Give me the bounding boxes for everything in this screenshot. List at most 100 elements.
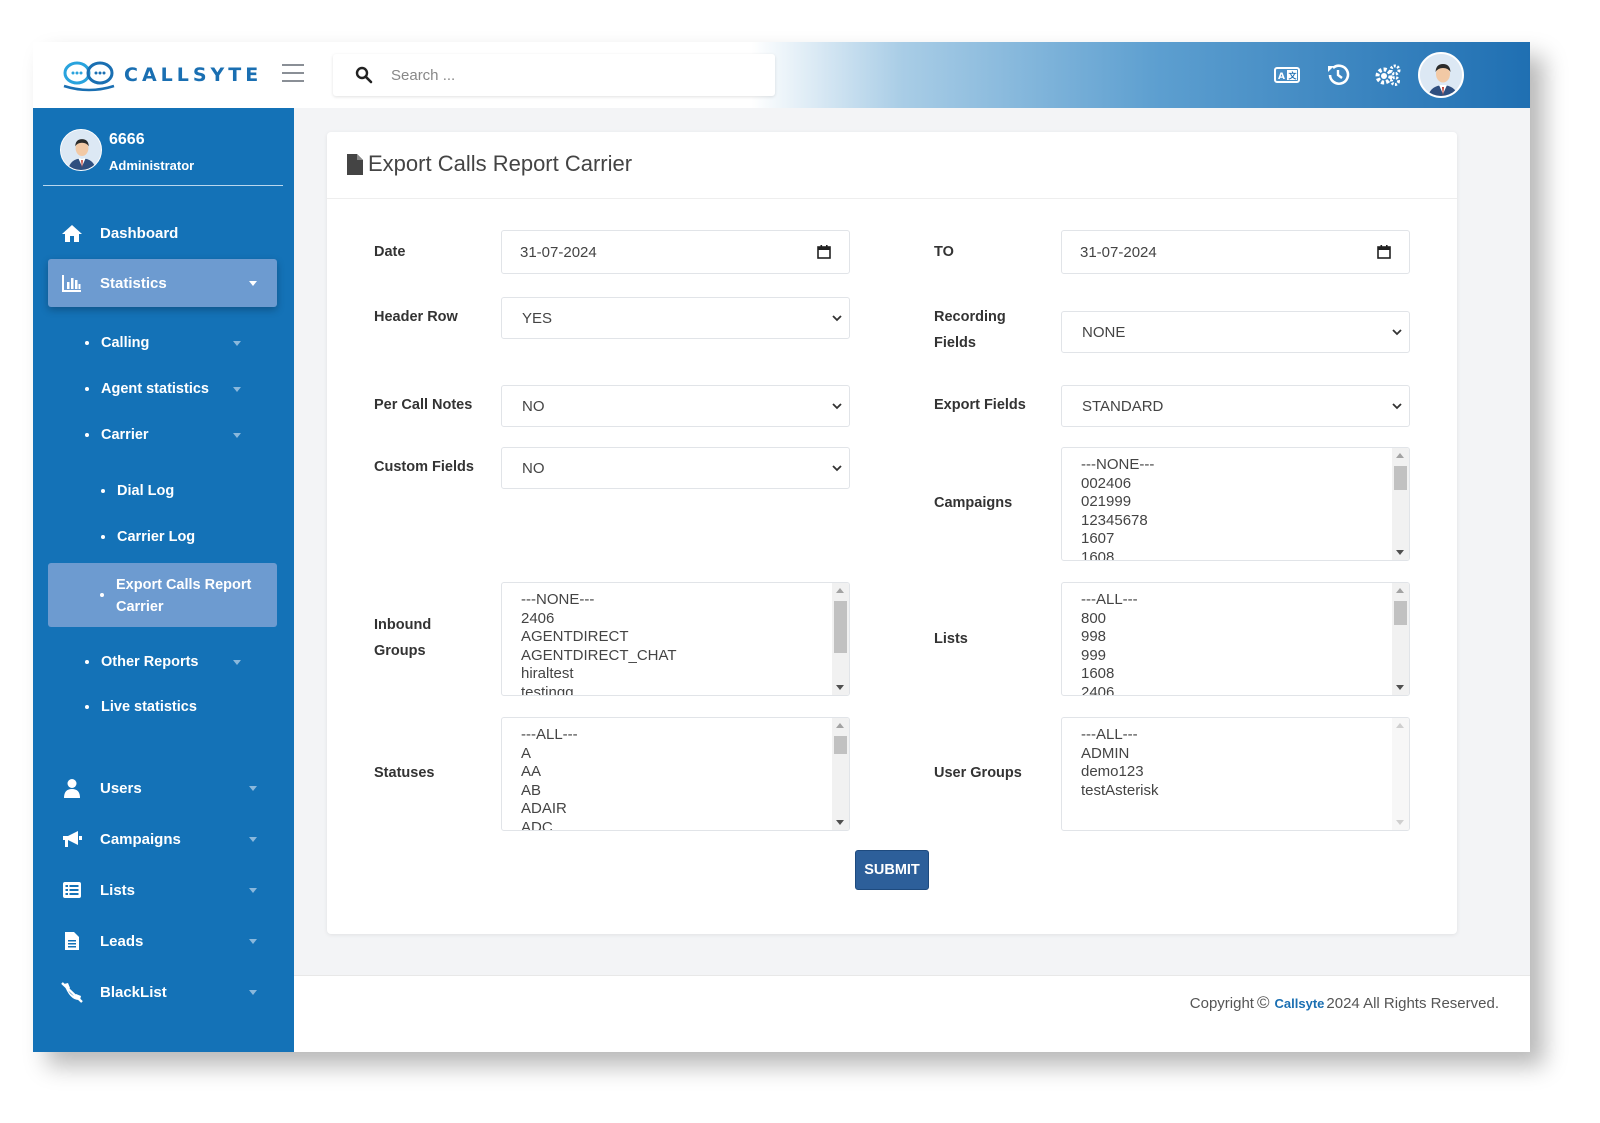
list-option[interactable]: 1607 bbox=[1081, 530, 1154, 549]
user-avatar[interactable] bbox=[1418, 52, 1464, 98]
scrollbar[interactable] bbox=[1392, 718, 1409, 830]
translate-icon[interactable]: A 文 bbox=[1273, 62, 1301, 88]
list-option[interactable]: AB bbox=[521, 782, 578, 801]
sidebar-item-campaigns[interactable]: Campaigns bbox=[48, 815, 277, 863]
scroll-down-icon[interactable] bbox=[1396, 550, 1404, 555]
sidebar-item-label: Leads bbox=[100, 932, 144, 950]
logo[interactable]: CALLSYTE bbox=[62, 58, 262, 92]
list-option[interactable]: ---NONE--- bbox=[1081, 456, 1154, 475]
recording-fields-select[interactable]: NONE bbox=[1061, 311, 1410, 353]
sidebar-item-statistics[interactable]: Statistics bbox=[48, 259, 277, 307]
list-option[interactable]: demo123 bbox=[1081, 763, 1159, 782]
scroll-down-icon[interactable] bbox=[1396, 820, 1404, 825]
sidebar-subitem-live-statistics[interactable]: Live statistics bbox=[85, 696, 197, 718]
top-bar: CALLSYTE A 文 bbox=[33, 42, 1530, 108]
campaigns-listbox[interactable]: ---NONE--- 002406 021999 12345678 1607 1… bbox=[1061, 447, 1410, 561]
list-option[interactable]: ---ALL--- bbox=[1081, 726, 1159, 745]
settings-icon[interactable] bbox=[1374, 62, 1402, 88]
sidebar-item-users[interactable]: Users bbox=[48, 764, 277, 812]
list-option[interactable]: 002406 bbox=[1081, 475, 1154, 494]
sidebar-subitem-calling[interactable]: Calling bbox=[85, 332, 241, 354]
sidebar-item-label: Dashboard bbox=[100, 224, 179, 242]
chevron-down-icon bbox=[249, 888, 257, 893]
list-option[interactable]: hiraltest bbox=[521, 665, 677, 684]
list-option[interactable]: 999 bbox=[1081, 647, 1138, 666]
per-call-notes-select[interactable]: NO bbox=[501, 385, 850, 427]
list-option[interactable]: ---ALL--- bbox=[521, 726, 578, 745]
list-option[interactable]: testingg bbox=[521, 684, 677, 696]
scrollbar[interactable] bbox=[832, 718, 849, 830]
search-input[interactable] bbox=[391, 66, 731, 84]
svg-text:A: A bbox=[1278, 72, 1285, 82]
avatar[interactable] bbox=[60, 129, 102, 171]
user-groups-listbox[interactable]: ---ALL--- ADMIN demo123 testAsterisk bbox=[1061, 717, 1410, 831]
chevron-down-icon bbox=[249, 939, 257, 944]
list-option[interactable]: 12345678 bbox=[1081, 512, 1154, 531]
date-from-input[interactable]: 31-07-2024 bbox=[501, 230, 850, 274]
list-option[interactable]: testAsterisk bbox=[1081, 782, 1159, 801]
list-option[interactable]: AGENTDIRECT_CHAT bbox=[521, 647, 677, 666]
scroll-up-icon[interactable] bbox=[1396, 453, 1404, 458]
list-option[interactable]: ADC bbox=[521, 819, 578, 831]
sidebar-subitem-carrier-log[interactable]: Carrier Log bbox=[101, 526, 195, 548]
sidebar-item-lists[interactable]: Lists bbox=[48, 866, 277, 914]
list-option[interactable]: 1608 bbox=[1081, 549, 1154, 561]
custom-fields-select[interactable]: NO bbox=[501, 447, 850, 489]
scroll-up-icon[interactable] bbox=[836, 588, 844, 593]
sidebar-subitem-carrier[interactable]: Carrier bbox=[85, 424, 241, 446]
sidebar-item-dashboard[interactable]: Dashboard bbox=[48, 209, 277, 257]
menu-toggle-icon[interactable] bbox=[282, 64, 304, 84]
list-option[interactable]: 2406 bbox=[521, 610, 677, 629]
inbound-groups-listbox[interactable]: ---NONE--- 2406 AGENTDIRECT AGENTDIRECT_… bbox=[501, 582, 850, 696]
list-option[interactable]: 998 bbox=[1081, 628, 1138, 647]
chevron-down-icon bbox=[249, 837, 257, 842]
scroll-up-icon[interactable] bbox=[1396, 723, 1404, 728]
sidebar-item-leads[interactable]: Leads bbox=[48, 917, 277, 965]
list-option[interactable]: 1608 bbox=[1081, 665, 1138, 684]
sidebar-subitem-dial-log[interactable]: Dial Log bbox=[101, 480, 174, 502]
footer-brand-link[interactable]: Callsyte bbox=[1275, 996, 1325, 1011]
lists-listbox[interactable]: ---ALL--- 800 998 999 1608 2406 bbox=[1061, 582, 1410, 696]
list-option[interactable]: ADAIR bbox=[521, 800, 578, 819]
list-option[interactable]: AA bbox=[521, 763, 578, 782]
sidebar-item-label: Users bbox=[100, 779, 142, 797]
export-fields-label: Export Fields bbox=[934, 397, 1026, 413]
date-to-input[interactable]: 31-07-2024 bbox=[1061, 230, 1410, 274]
list-option[interactable]: 2406 bbox=[1081, 684, 1138, 696]
chevron-down-icon bbox=[832, 403, 842, 410]
calendar-icon[interactable] bbox=[1377, 245, 1391, 259]
scrollbar[interactable] bbox=[1392, 448, 1409, 560]
list-option[interactable]: 021999 bbox=[1081, 493, 1154, 512]
header-row-select[interactable]: YES bbox=[501, 297, 850, 339]
calendar-icon[interactable] bbox=[817, 245, 831, 259]
list-option[interactable]: ADMIN bbox=[1081, 745, 1159, 764]
list-option[interactable]: 800 bbox=[1081, 610, 1138, 629]
statuses-listbox[interactable]: ---ALL--- A AA AB ADAIR ADC bbox=[501, 717, 850, 831]
sidebar-subitem-export-calls-report-carrier[interactable]: Export Calls Report Carrier bbox=[48, 563, 277, 627]
chevron-down-icon bbox=[233, 660, 241, 665]
svg-text:文: 文 bbox=[1289, 71, 1298, 81]
search-icon[interactable] bbox=[355, 66, 373, 84]
scroll-down-icon[interactable] bbox=[836, 685, 844, 690]
scroll-down-icon[interactable] bbox=[1396, 685, 1404, 690]
list-option[interactable]: A bbox=[521, 745, 578, 764]
lists-label: Lists bbox=[934, 631, 968, 647]
list-option[interactable]: ---NONE--- bbox=[521, 591, 677, 610]
history-icon[interactable] bbox=[1324, 62, 1352, 88]
list-option[interactable]: AGENTDIRECT bbox=[521, 628, 677, 647]
list-icon bbox=[63, 882, 81, 898]
sidebar-subitem-agent-statistics[interactable]: Agent statistics bbox=[85, 378, 241, 400]
list-option[interactable]: ---ALL--- bbox=[1081, 591, 1138, 610]
scroll-down-icon[interactable] bbox=[836, 820, 844, 825]
chevron-down-icon bbox=[233, 387, 241, 392]
submit-button[interactable]: SUBMIT bbox=[855, 850, 929, 890]
scroll-up-icon[interactable] bbox=[1396, 588, 1404, 593]
export-form-card: Export Calls Report Carrier Date 31-07-2… bbox=[327, 132, 1457, 934]
scrollbar[interactable] bbox=[832, 583, 849, 695]
sidebar-item-blacklist[interactable]: BlackList bbox=[48, 968, 277, 1016]
scroll-up-icon[interactable] bbox=[836, 723, 844, 728]
scrollbar[interactable] bbox=[1392, 583, 1409, 695]
sidebar-subitem-other-reports[interactable]: Other Reports bbox=[85, 651, 241, 673]
export-fields-select[interactable]: STANDARD bbox=[1061, 385, 1410, 427]
copyright-text: Copyright © Callsyte 2024 All Rights Res… bbox=[1189, 993, 1499, 1012]
